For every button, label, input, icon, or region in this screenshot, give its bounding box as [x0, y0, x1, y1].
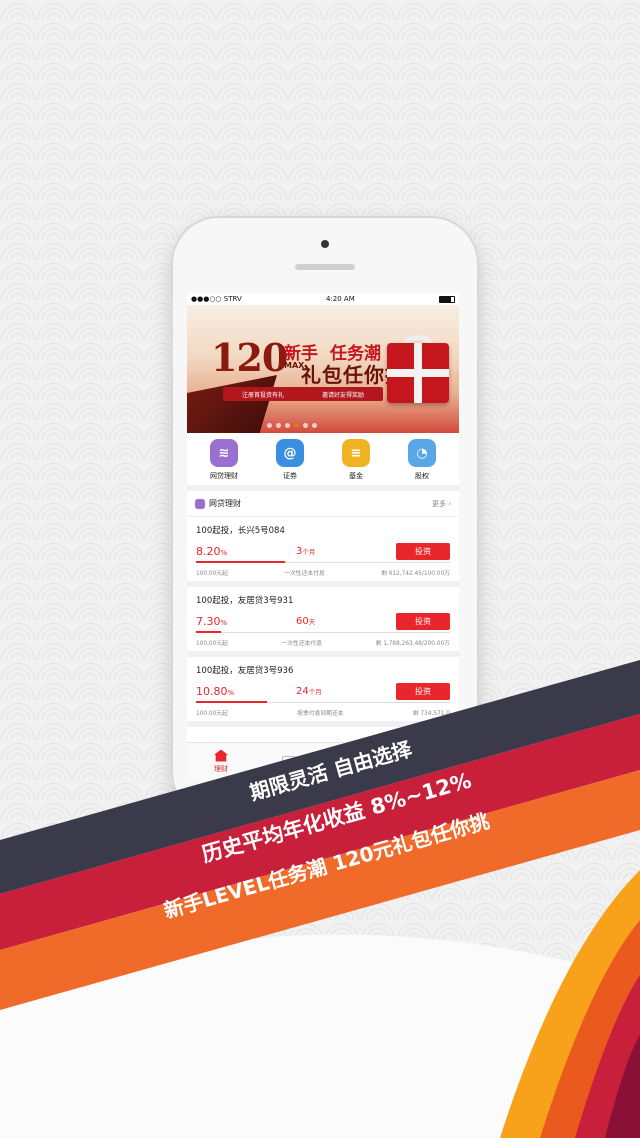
- promo-stripes: [0, 660, 640, 1010]
